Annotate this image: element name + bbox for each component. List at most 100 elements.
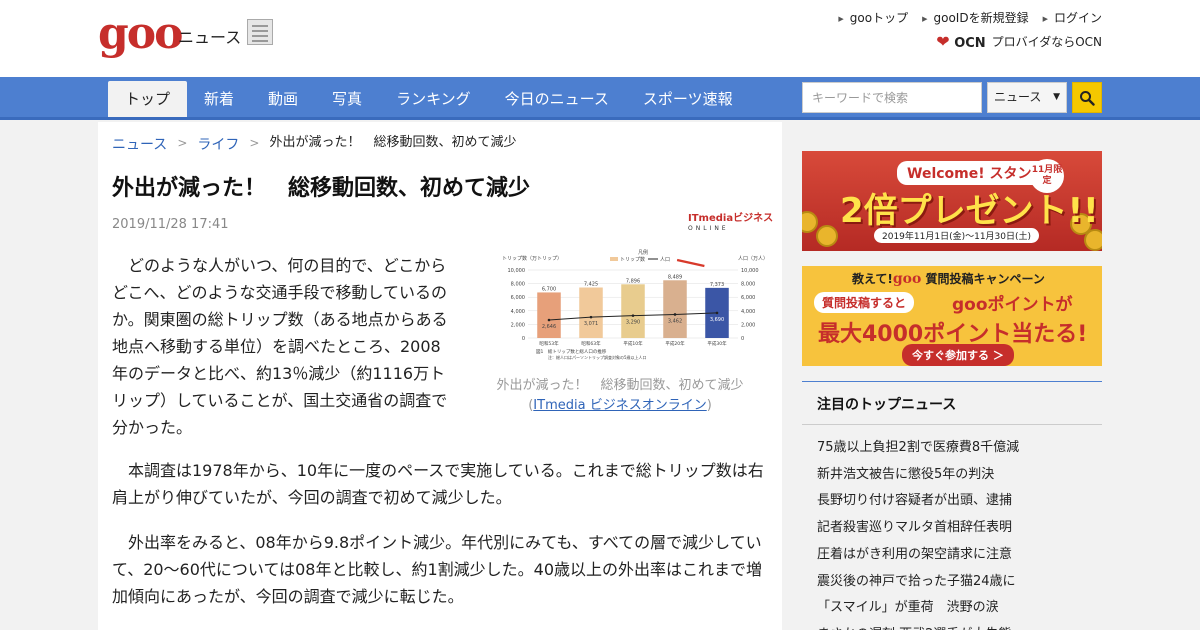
article-figure[interactable]: トリップ数（万トリップ） 人口（万人） 凡例 トリップ数 人口 0 0 2,000 2,000 4… xyxy=(470,248,770,413)
y-tick-label-right: 2,000 xyxy=(741,322,755,328)
line-data-label: 3,462 xyxy=(668,318,682,324)
tab-new[interactable]: 新着 xyxy=(187,81,251,117)
page-title: 外出が減った！ 総移動回数、初めて減少 xyxy=(112,176,531,201)
search-scope-select[interactable]: ニュース ▼ xyxy=(987,82,1067,113)
y-tick-label-left: 2,000 xyxy=(511,322,525,328)
chart-svg: トリップ数（万トリップ） 人口（万人） 凡例トリップ数 人口 0 0 2,000 2,000 4… xyxy=(502,249,768,360)
bar-data-label: 7,373 xyxy=(710,282,724,288)
bar-data-label: 6,700 xyxy=(542,286,556,292)
x-tick-label: 昭和53年 xyxy=(539,340,559,347)
bar-data-label: 7,896 xyxy=(626,278,640,284)
legend-swatch-trips xyxy=(610,257,618,261)
banner1-headline: 2倍プレゼント!! xyxy=(840,191,1099,231)
point-population xyxy=(673,313,677,316)
newspaper-icon xyxy=(247,19,273,45)
list-item[interactable]: 震災後の神戸で拾った子猫24歳に xyxy=(817,569,1087,596)
breadcrumb-life[interactable]: ライフ xyxy=(197,134,239,154)
itmedia-logo: ITmediaビジネス ONLINE xyxy=(688,213,774,233)
article-paragraph-1: どのような人がいつ、何の目的で、どこからどこへ、どのような交通手段で移動している… xyxy=(112,256,448,437)
line-data-label: 3,290 xyxy=(626,320,640,326)
caption-text: 外出が減った！ 総移動回数、初めて減少 xyxy=(496,378,744,393)
list-item[interactable]: まさかの遅刻 西武2選手が大失態 xyxy=(817,622,1087,630)
bar-data-label: 7,425 xyxy=(584,282,598,288)
coin-icon xyxy=(802,211,818,233)
point-population xyxy=(547,318,551,322)
breadcrumb-separator: > xyxy=(249,136,260,150)
list-item[interactable]: 「スマイル」が重荷 渋野の涙 xyxy=(817,595,1087,622)
figure-label: 図1 総トリップ数と総人口の推移 xyxy=(536,348,607,355)
list-item[interactable]: 長野切り付け容疑者が出頭、逮捕 xyxy=(817,488,1087,515)
list-item[interactable]: 新井浩文被告に懲役5年の判決 xyxy=(817,462,1087,489)
list-item[interactable]: 記者殺害巡りマルタ首相辞任表明 xyxy=(817,515,1087,542)
caption-source-wrap: (ITmedia ビジネスオンライン) xyxy=(528,398,712,413)
decline-arrow-icon xyxy=(676,258,705,268)
search-icon xyxy=(1080,91,1095,106)
line-data-label: 3,071 xyxy=(584,321,598,327)
register-gooid-link[interactable]: gooIDを新規登録 xyxy=(922,9,1029,26)
ocn-text: プロバイダならOCN xyxy=(991,35,1102,49)
caption-source-link[interactable]: ITmedia ビジネスオンライン xyxy=(533,398,706,413)
y-tick-label-left: 10,000 xyxy=(508,268,526,274)
tab-sports[interactable]: スポーツ速報 xyxy=(626,81,750,117)
banner2-line1: 教えて!goo 質問投稿キャンペーン xyxy=(852,271,1045,287)
search-input[interactable] xyxy=(802,82,982,113)
y-tick-label-right: 6,000 xyxy=(741,295,755,301)
logo-section-label[interactable]: ニュース xyxy=(178,24,241,48)
banner2-line3: gooポイントが xyxy=(952,295,1073,315)
article-date: 2019/11/28 17:41 xyxy=(112,217,229,232)
bar-trips xyxy=(621,284,645,338)
point-population xyxy=(589,315,593,319)
tab-top[interactable]: トップ xyxy=(108,81,188,117)
y-tick-label-left: 0 xyxy=(522,336,525,342)
tab-today-news[interactable]: 今日のニュース xyxy=(488,81,626,117)
breadcrumb: ニュース > ライフ > 外出が減った！ 総移動回数、初めて減少 xyxy=(112,134,516,154)
top-links: gooトップ gooIDを新規登録 ログイン xyxy=(838,9,1102,26)
x-tick-label: 昭和63年 xyxy=(581,340,601,347)
y-tick-label-right: 4,000 xyxy=(741,309,755,315)
tab-photo[interactable]: 写真 xyxy=(315,81,379,117)
figure-caption: 外出が減った！ 総移動回数、初めて減少 (ITmedia ビジネスオンライン) xyxy=(470,376,770,416)
login-link[interactable]: ログイン xyxy=(1043,9,1102,26)
bar-trips xyxy=(537,292,561,338)
question-campaign-banner[interactable]: 教えて!goo 質問投稿キャンペーン 質問投稿すると gooポイントが 最大40… xyxy=(802,266,1102,366)
list-item[interactable]: 圧着はがき利用の架空請求に注意 xyxy=(817,542,1087,569)
y-tick-label-left: 8,000 xyxy=(511,282,525,288)
legend-label-trips: トリップ数 xyxy=(620,256,645,263)
join-now-button[interactable]: 今すぐ参加する ＞ xyxy=(902,344,1014,366)
bar-trips xyxy=(579,287,603,338)
goo-top-link[interactable]: gooトップ xyxy=(838,9,908,26)
stamp-campaign-banner[interactable]: Welcome! スタンプ 11月限定 2倍プレゼント!! 2019年11月1日… xyxy=(802,151,1102,251)
tab-video[interactable]: 動画 xyxy=(251,81,315,117)
legend-title: 凡例 xyxy=(638,249,648,256)
legend-label-population: 人口 xyxy=(660,257,670,263)
y-tick-label-right: 10,000 xyxy=(741,268,759,274)
search-button[interactable] xyxy=(1072,82,1102,113)
x-tick-label: 平成20年 xyxy=(665,340,685,347)
y-tick-label-right: 0 xyxy=(741,336,744,342)
ocn-logo: ❤ OCN xyxy=(936,32,986,51)
chevron-down-icon: ▼ xyxy=(1053,92,1060,102)
bar-trips xyxy=(663,280,687,338)
y-tick-label-left: 6,000 xyxy=(511,295,525,301)
line-data-label: 3,690 xyxy=(710,317,724,323)
nav-tabs: トップ 新着 動画 写真 ランキング 今日のニュース スポーツ速報 xyxy=(108,81,750,117)
line-data-label: 2,646 xyxy=(542,324,556,330)
y-axis-left-label: トリップ数（万トリップ） xyxy=(502,255,562,262)
breadcrumb-separator: > xyxy=(177,136,188,150)
top-news-box: 注目のトップニュース 75歳以上負担2割で医療費8千億減 新井浩文被告に懲役5年… xyxy=(802,381,1102,630)
tab-ranking[interactable]: ランキング xyxy=(379,81,488,117)
article-paragraph-3: 外出率をみると、08年から9.8ポイント減少。年代別にみても、すべての層で減少し… xyxy=(112,533,763,606)
breadcrumb-news[interactable]: ニュース xyxy=(112,134,167,154)
top-news-list: 75歳以上負担2割で医療費8千億減 新井浩文被告に懲役5年の判決 長野切り付け容… xyxy=(802,425,1102,630)
goo-logo[interactable]: goo xyxy=(98,12,183,56)
breadcrumb-current: 外出が減った！ 総移動回数、初めて減少 xyxy=(269,135,517,150)
trip-chart: トリップ数（万トリップ） 人口（万人） 凡例 トリップ数 人口 0 0 2,000 2,000 4… xyxy=(498,248,768,366)
list-item[interactable]: 75歳以上負担2割で医療費8千億減 xyxy=(817,435,1087,462)
banner1-period: 2019年11月1日(金)〜11月30日(土) xyxy=(874,228,1040,243)
bar-data-label: 8,489 xyxy=(668,274,682,280)
article-paragraph-2: 本調査は1978年から、10年に一度のペースで実施している。これまで総トリップ数… xyxy=(112,461,764,507)
figure-note: 注：総人口はパーソントリップ調査対象の5歳以上人口 xyxy=(548,354,647,360)
coin-icon xyxy=(1084,229,1102,251)
site-header: goo ニュース gooトップ gooIDを新規登録 ログイン ❤ OCN プロ… xyxy=(0,0,1200,77)
ocn-ad[interactable]: ❤ OCN プロバイダならOCN xyxy=(936,32,1102,51)
